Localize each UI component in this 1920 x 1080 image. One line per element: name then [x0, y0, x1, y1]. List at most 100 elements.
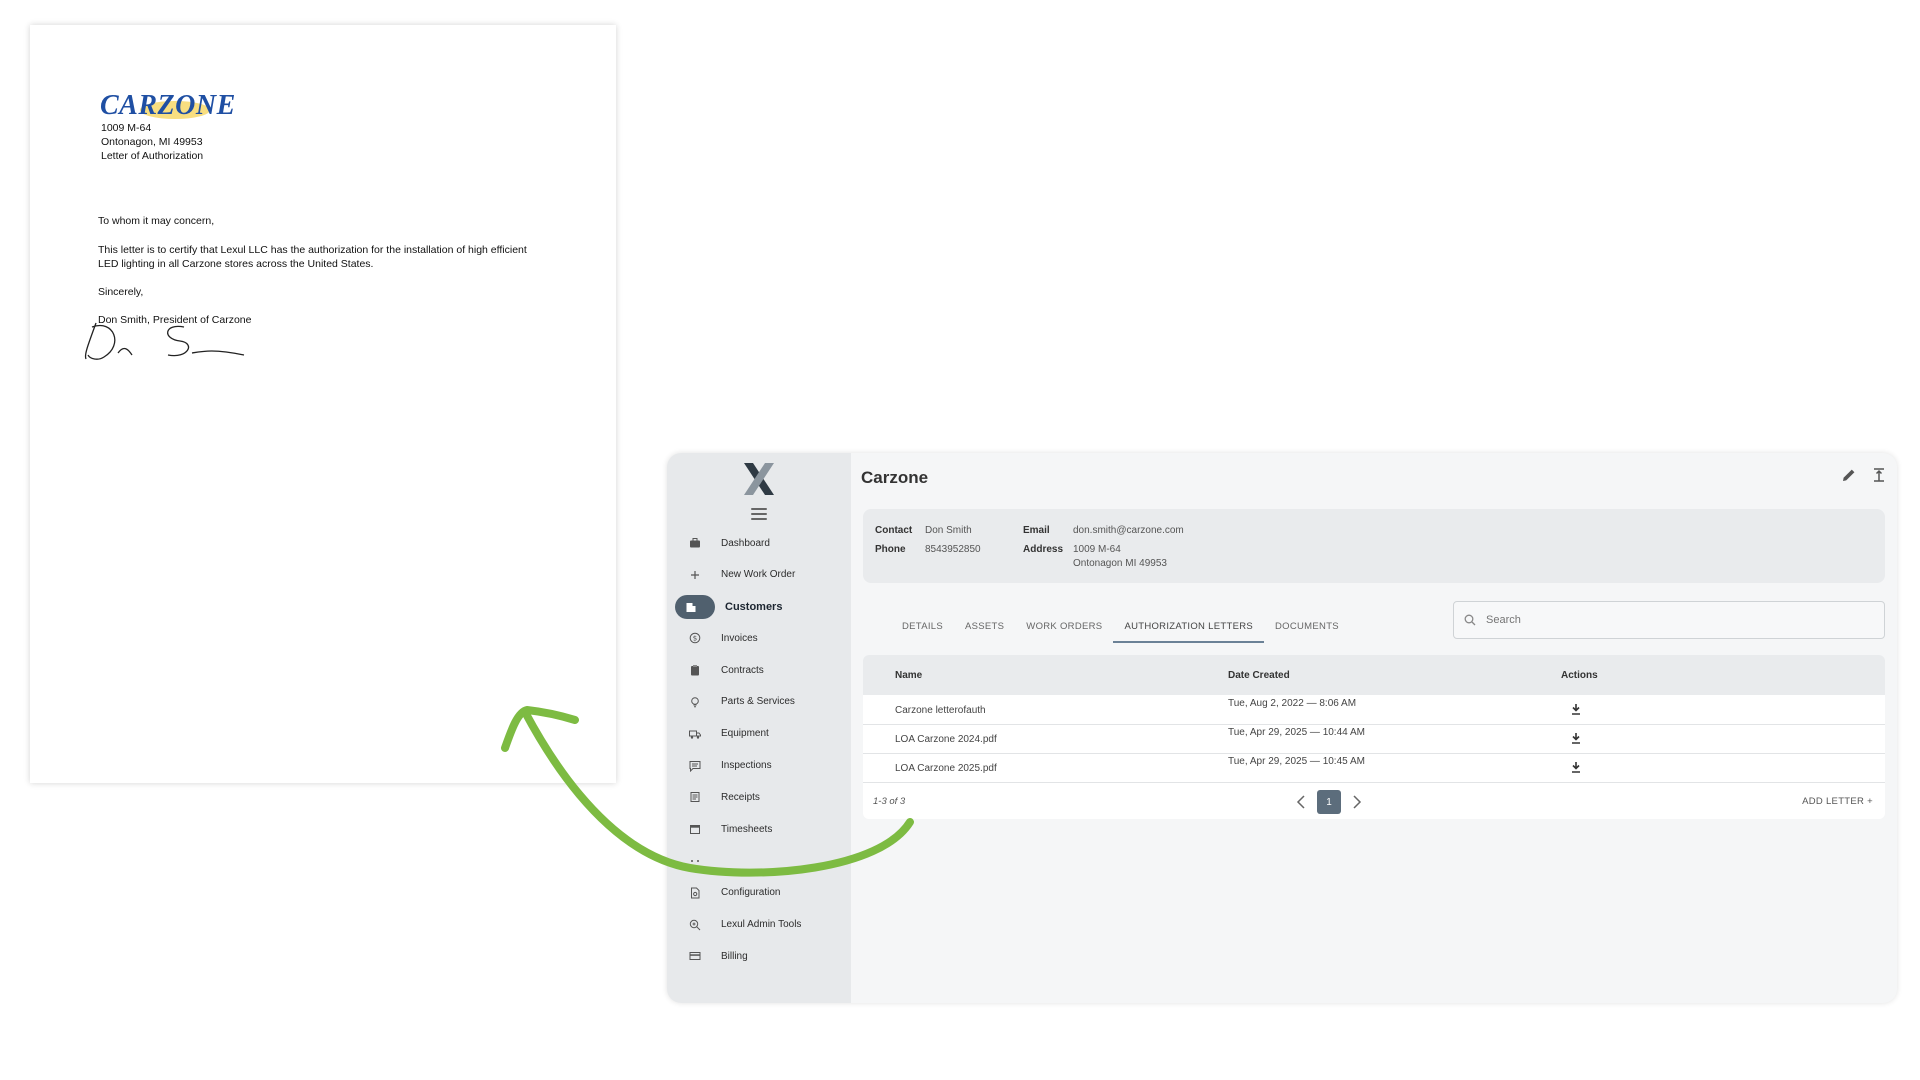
sidebar-item-customers[interactable]: Customers — [675, 594, 782, 619]
building-icon — [685, 601, 697, 613]
zoom-icon — [689, 919, 701, 931]
page-title: Carzone — [861, 468, 929, 487]
sidebar-item-label: Timesheets — [721, 823, 773, 835]
sidebar-item-label: Customers — [725, 600, 783, 613]
download-icon[interactable] — [1571, 704, 1581, 715]
sidebar-item-more[interactable] — [675, 849, 843, 873]
customer-tabs: DETAILS ASSETS WORK ORDERS AUTHORIZATION… — [891, 613, 1350, 643]
clipboard-icon — [689, 664, 701, 676]
sidebar-item-label: Billing — [721, 950, 748, 962]
collapse-icon[interactable] — [1871, 467, 1887, 483]
page-button[interactable]: 1 — [1317, 790, 1341, 814]
sidebar-item-label: New Work Order — [721, 569, 796, 581]
sidebar-item-billing[interactable]: Billing — [675, 944, 843, 968]
sidebar-nav: Dashboard New Work Order Customers $ Invoice… — [675, 531, 843, 976]
tab-authorization-letters[interactable]: AUTHORIZATION LETTERS — [1113, 613, 1265, 643]
sidebar-item-new-work-order[interactable]: New Work Order — [675, 563, 843, 587]
address-line1: 1009 M-64 — [1073, 544, 1121, 555]
letter-greeting: To whom it may concern, — [98, 215, 215, 227]
sidebar-item-receipts[interactable]: Receipts — [675, 785, 843, 809]
row-date: Tue, Apr 29, 2025 — 10:44 AM — [1228, 727, 1365, 738]
authorization-letter-document: CARZONE 1009 M-64 Ontonagon, MI 49953 Le… — [30, 25, 616, 783]
svg-text:$: $ — [693, 635, 697, 643]
sidebar-item-label: Receipts — [721, 791, 760, 803]
edit-pencil-icon[interactable] — [1841, 467, 1857, 483]
sidebar-item-label: Contracts — [721, 664, 764, 676]
lexul-logo-icon — [744, 463, 774, 495]
plus-icon — [689, 569, 701, 581]
file-gear-icon — [689, 887, 701, 899]
phone-value: 8543952850 — [925, 544, 981, 555]
dollar-circle-icon: $ — [689, 632, 701, 644]
address-line2: Ontonagon MI 49953 — [1073, 558, 1167, 569]
sidebar-item-dashboard[interactable]: Dashboard — [675, 531, 843, 555]
sidebar-item-label: Inspections — [721, 760, 772, 772]
main-content: Carzone Contact Don Smith Phone 85439528… — [851, 453, 1897, 1003]
top-actions — [1841, 467, 1887, 483]
download-icon[interactable] — [1571, 733, 1581, 744]
row-count: 1-3 of 3 — [873, 796, 906, 807]
letter-address: 1009 M-64 Ontonagon, MI 49953 Letter of … — [101, 121, 203, 163]
sidebar-item-label: Dashboard — [721, 537, 770, 549]
pagination: 1 — [1293, 790, 1365, 814]
letter-closing: Sincerely, — [98, 286, 144, 298]
search-box — [1453, 601, 1885, 639]
sidebar-item-timesheets[interactable]: Timesheets — [675, 817, 843, 841]
table-header: Name Date Created Actions — [863, 655, 1885, 695]
sidebar-item-label: Parts & Services — [721, 696, 795, 708]
row-date: Tue, Apr 29, 2025 — 10:45 AM — [1228, 756, 1365, 767]
tab-work-orders[interactable]: WORK ORDERS — [1015, 613, 1113, 643]
sidebar-item-contracts[interactable]: Contracts — [675, 658, 843, 682]
sidebar-item-label: Configuration — [721, 887, 781, 899]
calendar-icon — [689, 823, 701, 835]
letter-body: This letter is to certify that Lexul LLC… — [98, 244, 548, 271]
tab-assets[interactable]: ASSETS — [954, 613, 1015, 643]
signature-image — [84, 322, 245, 360]
credit-card-icon — [689, 950, 701, 962]
sidebar-item-equipment[interactable]: Equipment — [675, 722, 843, 746]
row-date: Tue, Aug 2, 2022 — 8:06 AM — [1228, 698, 1357, 709]
briefcase-icon — [689, 537, 701, 549]
address-label: Address — [1023, 544, 1064, 555]
sidebar-item-parts-services[interactable]: Parts & Services — [675, 690, 843, 714]
letter-body-line2: LED lighting in all Carzone stores acros… — [98, 257, 374, 270]
search-icon — [1464, 614, 1476, 626]
hamburger-menu-icon[interactable] — [751, 508, 767, 522]
chevron-right-icon[interactable] — [1349, 792, 1365, 812]
letter-doc-type: Letter of Authorization — [101, 150, 204, 162]
sidebar-item-invoices[interactable]: $ Invoices — [675, 626, 843, 650]
letter-address-line1: 1009 M-64 — [101, 122, 152, 134]
table-footer: 1-3 of 3 1 ADD LETTER + — [863, 783, 1885, 819]
chevron-left-icon[interactable] — [1293, 792, 1309, 812]
row-name[interactable]: LOA Carzone 2024.pdf — [895, 734, 997, 745]
receipt-icon — [689, 791, 701, 803]
email-value: don.smith@carzone.com — [1073, 525, 1184, 536]
add-letter-button[interactable]: ADD LETTER + — [1802, 796, 1873, 807]
row-name[interactable]: Carzone letterofauth — [895, 705, 986, 716]
sidebar-item-lexul-admin-tools[interactable]: Lexul Admin Tools — [675, 913, 843, 937]
carzone-logo: CARZONE — [100, 90, 236, 121]
download-icon[interactable] — [1571, 762, 1581, 773]
table-row[interactable]: Carzone letterofauth Tue, Aug 2, 2022 — … — [863, 696, 1885, 725]
more-icon — [689, 855, 701, 867]
table-row[interactable]: LOA Carzone 2025.pdf Tue, Apr 29, 2025 —… — [863, 754, 1885, 783]
letters-table: Name Date Created Actions Carzone letter… — [863, 655, 1885, 819]
app-window: Dashboard New Work Order Customers $ Invoice… — [667, 453, 1897, 1003]
contact-value: Don Smith — [925, 525, 972, 536]
tab-details[interactable]: DETAILS — [891, 613, 954, 643]
letter-body-line1: This letter is to certify that Lexul LLC… — [98, 244, 527, 256]
column-date-created: Date Created — [1228, 670, 1290, 681]
sidebar-item-configuration[interactable]: Configuration — [675, 881, 843, 905]
truck-icon — [689, 728, 701, 740]
column-name: Name — [895, 670, 923, 681]
sidebar-item-label: Equipment — [721, 728, 769, 740]
phone-label: Phone — [875, 544, 906, 555]
table-row[interactable]: LOA Carzone 2024.pdf Tue, Apr 29, 2025 —… — [863, 725, 1885, 754]
row-name[interactable]: LOA Carzone 2025.pdf — [895, 763, 997, 774]
lightbulb-icon — [689, 696, 701, 708]
letter-address-line2: Ontonagon, MI 49953 — [101, 136, 203, 148]
sidebar-item-inspections[interactable]: Inspections — [675, 754, 843, 778]
tab-documents[interactable]: DOCUMENTS — [1264, 613, 1350, 643]
column-actions: Actions — [1561, 670, 1598, 681]
search-input[interactable] — [1486, 614, 1866, 626]
